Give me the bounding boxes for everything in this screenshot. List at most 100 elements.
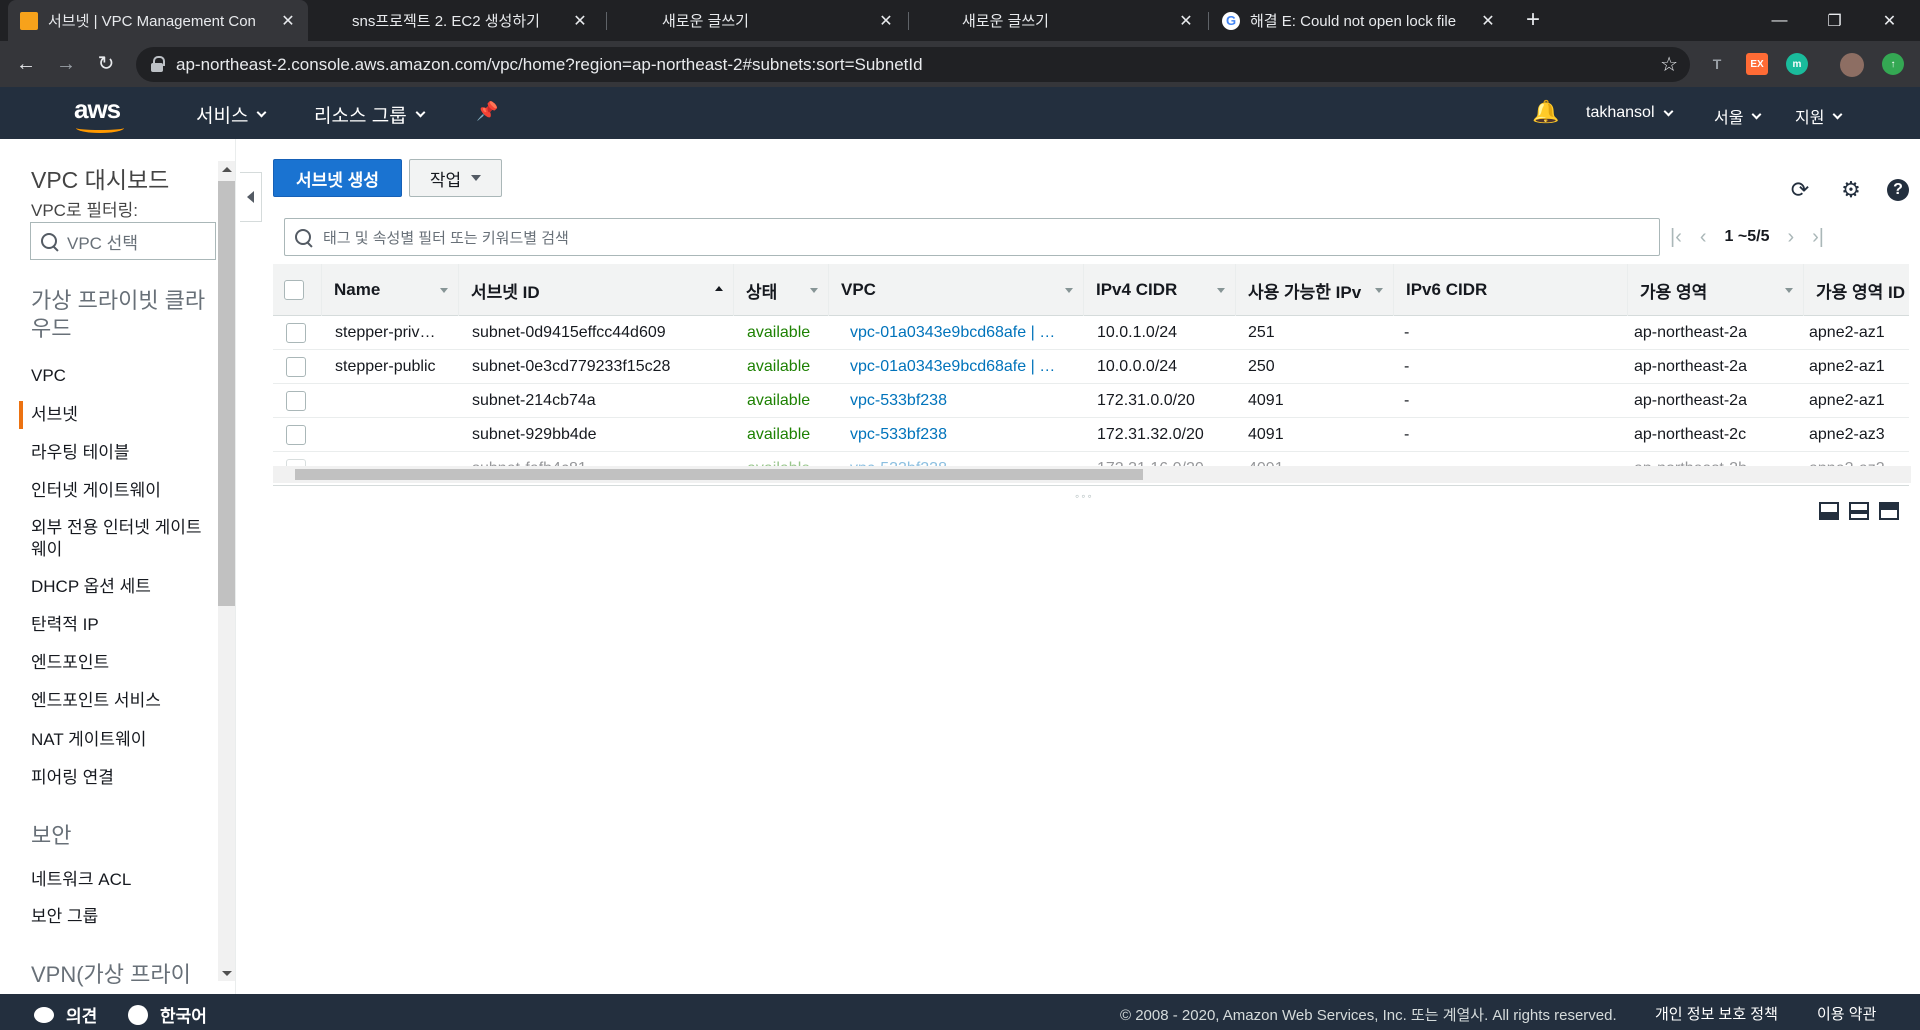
column-header-ipv4-cidr[interactable]: IPv4 CIDR <box>1083 264 1233 316</box>
browser-tab[interactable]: 새로운 글쓰기 ✕ <box>640 0 906 41</box>
tab-close-icon[interactable]: ✕ <box>280 11 296 31</box>
cell-vpc-link[interactable]: vpc-533bf238 <box>850 418 1075 452</box>
column-header-subnet-id[interactable]: 서브넷 ID <box>458 264 731 316</box>
table-row[interactable]: subnet-929bb4de available vpc-533bf238 1… <box>273 418 1909 452</box>
row-checkbox[interactable] <box>286 323 306 343</box>
services-menu[interactable]: 서비스 <box>196 101 267 128</box>
row-checkbox[interactable] <box>286 391 306 411</box>
table-row[interactable]: stepper-priv… subnet-0d9415effcc44d609 a… <box>273 316 1909 350</box>
feedback-button[interactable]: 의견 <box>34 1002 97 1027</box>
user-menu[interactable]: takhansol <box>1586 104 1673 122</box>
browser-tab[interactable]: 새로운 글쓰기 ✕ <box>940 0 1206 41</box>
sidebar-item-nat-gateways[interactable]: NAT 게이트웨이 <box>31 729 211 751</box>
cell-state: available <box>747 426 811 443</box>
cell-vpc-link[interactable]: vpc-01a0343e9bcd68afe | … <box>850 350 1075 384</box>
minimize-button[interactable]: — <box>1752 0 1807 41</box>
sidebar-item-route-tables[interactable]: 라우팅 테이블 <box>31 442 211 464</box>
tab-close-icon[interactable]: ✕ <box>1480 11 1496 31</box>
sidebar-item-egress-only-igw[interactable]: 외부 전용 인터넷 게이트웨이 <box>31 517 211 561</box>
layout-top-panel-icon[interactable] <box>1879 502 1899 520</box>
sidebar-item-network-acl[interactable]: 네트워크 ACL <box>31 869 211 891</box>
layout-bottom-panel-icon[interactable] <box>1819 502 1839 520</box>
row-checkbox[interactable] <box>286 425 306 445</box>
extension-m-icon[interactable]: m <box>1786 53 1808 75</box>
table-scroll-thumb[interactable] <box>295 469 1143 480</box>
extension-t-icon[interactable]: T <box>1706 53 1728 75</box>
browser-tab[interactable]: sns프로젝트 2. EC2 생성하기 ✕ <box>330 0 600 41</box>
cell-vpc-link[interactable]: vpc-01a0343e9bcd68afe | … <box>850 316 1075 350</box>
column-label: 가용 영역 <box>1640 282 1708 302</box>
sidebar-item-endpoint-services[interactable]: 엔드포인트 서비스 <box>31 690 211 712</box>
vpc-select-input[interactable]: VPC 선택 <box>30 222 216 260</box>
column-header-state[interactable]: 상태 <box>733 264 826 316</box>
tab-close-icon[interactable]: ✕ <box>1178 11 1194 31</box>
column-header-az-id[interactable]: 가용 영역 ID <box>1803 264 1909 316</box>
table-row[interactable]: stepper-public subnet-0e3cd779233f15c28 … <box>273 350 1909 384</box>
aws-logo[interactable]: aws <box>74 94 130 133</box>
create-subnet-button[interactable]: 서브넷 생성 <box>273 159 402 197</box>
window-close-button[interactable]: ✕ <box>1862 0 1917 41</box>
first-page-icon[interactable]: |‹ <box>1670 226 1682 249</box>
aws-logo-text: aws <box>74 94 121 124</box>
help-icon[interactable]: ? <box>1885 177 1911 203</box>
resource-groups-menu[interactable]: 리소스 그룹 <box>314 101 426 128</box>
resize-handle[interactable]: ◦◦◦ <box>1075 489 1094 503</box>
tab-close-icon[interactable]: ✕ <box>572 11 588 31</box>
sidebar-item-endpoints[interactable]: 엔드포인트 <box>31 652 211 674</box>
region-menu[interactable]: 서울 <box>1714 104 1762 128</box>
bell-icon[interactable]: 🔔 <box>1532 99 1559 125</box>
terms-link[interactable]: 이용 약관 <box>1817 1003 1876 1024</box>
last-page-icon[interactable]: ›| <box>1812 226 1824 249</box>
sort-icon <box>1785 288 1793 293</box>
sidebar-item-dhcp-options[interactable]: DHCP 옵션 세트 <box>31 576 211 598</box>
bookmark-star-icon[interactable]: ☆ <box>1660 52 1678 77</box>
tab-close-icon[interactable]: ✕ <box>878 11 894 31</box>
language-selector[interactable]: 한국어 <box>128 1002 207 1027</box>
chevron-down-icon <box>1663 106 1673 116</box>
sidebar-item-subnets[interactable]: 서브넷 <box>31 404 211 426</box>
extension-ex-icon[interactable]: EX <box>1746 53 1768 75</box>
sidebar-scroll-thumb[interactable] <box>218 181 235 606</box>
table-row[interactable]: subnet-214cb74a available vpc-533bf238 1… <box>273 384 1909 418</box>
support-menu[interactable]: 지원 <box>1795 104 1843 128</box>
maximize-button[interactable]: ❐ <box>1807 0 1862 41</box>
back-arrow-icon[interactable]: ← <box>12 50 40 78</box>
select-all-checkbox[interactable] <box>284 280 304 300</box>
browser-tab[interactable]: G 해결 E: Could not open lock file ✕ <box>1210 0 1508 41</box>
column-header-name[interactable]: Name <box>321 264 456 316</box>
gear-icon[interactable]: ⚙ <box>1838 177 1864 203</box>
cell-vpc-link[interactable]: vpc-533bf238 <box>850 384 1075 418</box>
search-filter-input[interactable]: 태그 및 속성별 필터 또는 키워드별 검색 <box>284 218 1660 256</box>
sidebar-item-vpc[interactable]: VPC <box>31 365 211 387</box>
column-header-ipv6-cidr[interactable]: IPv6 CIDR <box>1393 264 1625 316</box>
column-header-availability-zone[interactable]: 가용 영역 <box>1627 264 1801 316</box>
actions-button[interactable]: 작업 <box>409 159 502 197</box>
sidebar-item-peering[interactable]: 피어링 연결 <box>31 767 211 789</box>
profile-avatar[interactable] <box>1840 53 1864 77</box>
tab-title: 새로운 글쓰기 <box>962 13 1049 30</box>
vpc-dashboard-link[interactable]: VPC 대시보드 <box>31 161 169 195</box>
refresh-icon[interactable]: ⟳ <box>1787 177 1813 203</box>
address-bar[interactable]: ap-northeast-2.console.aws.amazon.com/vp… <box>136 47 1690 82</box>
update-icon[interactable]: ↑ <box>1882 53 1904 75</box>
row-checkbox[interactable] <box>286 357 306 377</box>
privacy-policy-link[interactable]: 개인 정보 보호 정책 <box>1655 1003 1778 1024</box>
column-header-available-ips[interactable]: 사용 가능한 IPv <box>1235 264 1391 316</box>
collapse-sidebar-button[interactable] <box>240 172 262 222</box>
cell-az-id: apne2-az1 <box>1809 358 1885 375</box>
new-tab-button[interactable]: + <box>1519 6 1547 34</box>
layout-split-panel-icon[interactable] <box>1849 502 1869 520</box>
reload-icon[interactable]: ↻ <box>92 50 120 78</box>
forward-arrow-icon[interactable]: → <box>52 50 80 78</box>
next-page-icon[interactable]: › <box>1787 226 1794 249</box>
cell-ipv6-cidr: - <box>1404 358 1410 375</box>
sidebar-item-elastic-ip[interactable]: 탄력적 IP <box>31 614 211 636</box>
browser-tab[interactable]: 서브넷 | VPC Management Con ✕ <box>8 0 308 41</box>
prev-page-icon[interactable]: ‹ <box>1700 226 1707 249</box>
scroll-down-icon[interactable] <box>222 971 232 976</box>
sidebar-item-internet-gateways[interactable]: 인터넷 게이트웨이 <box>31 480 211 502</box>
pin-icon[interactable]: 📌 <box>476 101 498 122</box>
sidebar-item-security-groups[interactable]: 보안 그룹 <box>31 906 211 928</box>
column-header-vpc[interactable]: VPC <box>828 264 1081 316</box>
scroll-up-icon[interactable] <box>222 167 232 172</box>
